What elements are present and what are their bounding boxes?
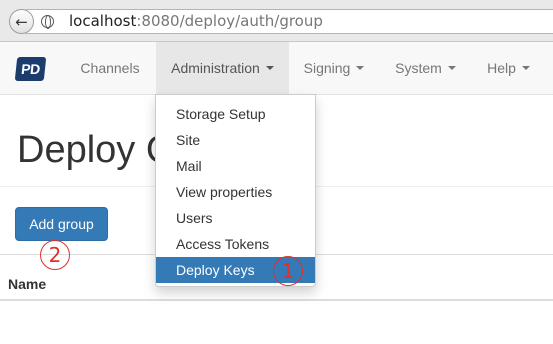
menu-item-mail[interactable]: Mail [156, 153, 315, 179]
menu-item-access-tokens[interactable]: Access Tokens [156, 231, 315, 257]
caret-down-icon [521, 66, 530, 70]
nav-help-label: Help [487, 60, 516, 76]
add-group-button[interactable]: Add group [15, 207, 108, 241]
table-header-name: Name [8, 276, 47, 292]
nav-system-label: System [395, 60, 442, 76]
nav-channels-label: Channels [80, 60, 140, 76]
url-host: localhost [69, 12, 137, 30]
browser-toolbar: ← localhost:8080/deploy/auth/group [0, 0, 553, 42]
logo[interactable]: PD [14, 57, 47, 81]
nav-administration-label: Administration [171, 60, 260, 76]
nav-signing[interactable]: Signing [290, 42, 378, 94]
caret-down-icon [356, 66, 365, 70]
nav-administration[interactable]: Administration [156, 42, 289, 94]
url-path: :8080/deploy/auth/group [136, 12, 323, 30]
nav-help[interactable]: Help [472, 42, 545, 94]
nav-signing-label: Signing [303, 60, 351, 76]
menu-item-users[interactable]: Users [156, 205, 315, 231]
caret-down-icon [447, 66, 456, 70]
nav-system[interactable]: System [380, 42, 471, 94]
url-text: localhost:8080/deploy/auth/group [69, 12, 323, 31]
menu-item-view-properties[interactable]: View properties [156, 179, 315, 205]
annotation-marker-2: 2 [40, 240, 70, 270]
table-header-border [0, 299, 553, 301]
caret-down-icon [265, 66, 274, 70]
address-bar[interactable]: localhost:8080/deploy/auth/group [24, 9, 553, 34]
globe-icon [41, 15, 54, 29]
annotation-marker-1: 1 [273, 256, 303, 286]
menu-item-storage-setup[interactable]: Storage Setup [156, 101, 315, 127]
nav-channels[interactable]: Channels [67, 42, 153, 94]
menu-item-site[interactable]: Site [156, 127, 315, 153]
back-arrow-icon[interactable]: ← [9, 9, 34, 34]
navbar: PD Channels Administration Signing Syste… [0, 42, 553, 95]
